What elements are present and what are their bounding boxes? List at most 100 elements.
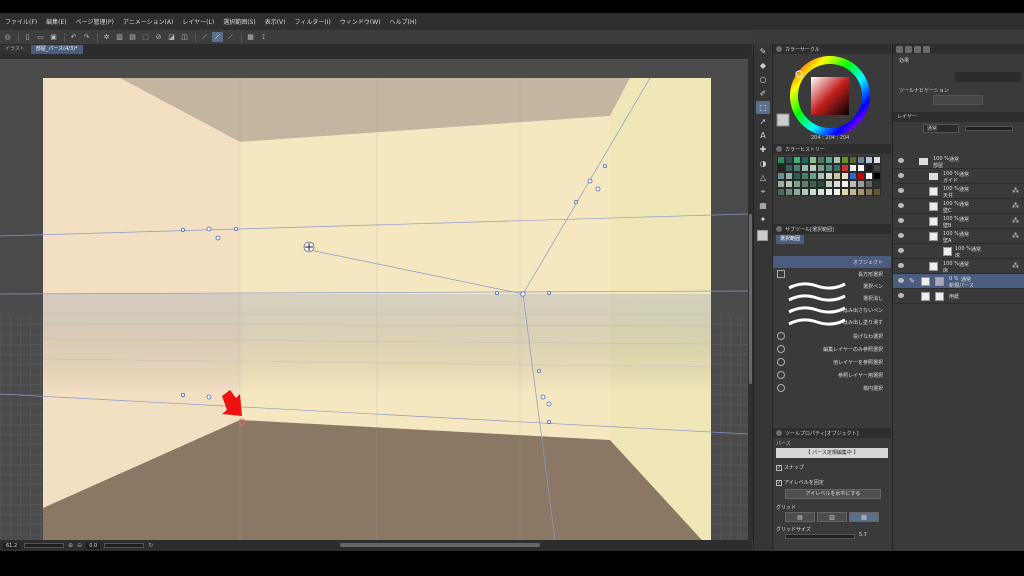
grid-snap-icon[interactable]: ⟋ [225,32,236,42]
color-swatch[interactable] [817,180,825,188]
clear-icon[interactable]: ✲ [101,32,112,42]
layer-item-ceiling[interactable]: 100 % 通常 天井 ⁂ [893,184,1024,199]
menu-selection[interactable]: 選択範囲(S) [223,17,256,26]
color-swatch[interactable] [785,164,793,172]
undo-icon[interactable]: ↶ [68,32,79,42]
color-swatch[interactable] [785,172,793,180]
color-swatch[interactable] [801,180,809,188]
color-swatch[interactable] [801,156,809,164]
color-swatch[interactable] [801,172,809,180]
color-swatch[interactable] [817,164,825,172]
menu-file[interactable]: ファイル(F) [5,17,37,26]
color-swatch[interactable] [809,156,817,164]
color-swatch[interactable] [841,156,849,164]
layer-item-new-perspective[interactable]: ✎ 0 % 通常 新規パース [893,274,1024,289]
ruler-tool-icon[interactable]: ⌖ [756,185,770,198]
sub-tool-select-pen[interactable]: 選択ペン [773,280,891,292]
menu-edit[interactable]: 編集(E) [46,17,66,26]
color-swatch[interactable] [849,172,857,180]
ruler-link-icon[interactable]: ⁂ [1012,262,1019,270]
color-swatch[interactable] [849,164,857,172]
studio-icon[interactable]: ◎ [2,32,13,42]
pen-tool-icon[interactable]: ✎ [756,45,770,58]
transform-icon[interactable]: ⬚ [140,32,151,42]
special-ruler-snap-icon[interactable]: ⟋ [212,32,223,42]
color-swatch[interactable] [857,164,865,172]
color-swatch[interactable] [841,188,849,196]
eye-icon[interactable] [898,278,904,283]
color-swatch[interactable] [825,172,833,180]
color-swatch[interactable] [785,156,793,164]
color-swatch[interactable] [809,188,817,196]
document-icon[interactable]: ▦ [245,32,256,42]
ruler-link-icon[interactable]: ⁂ [1012,187,1019,195]
zoom-in-icon[interactable]: ⊕ [68,542,73,549]
color-swatch[interactable] [817,172,825,180]
scroll-thumb[interactable] [749,214,752,384]
color-swatch[interactable] [849,156,857,164]
reference-icon[interactable]: ⟟ [258,32,269,42]
color-swatch[interactable] [785,180,793,188]
blend-mode-select[interactable]: 通常 [923,124,959,133]
color-swatch[interactable] [857,156,865,164]
tab-icon[interactable] [896,45,903,53]
expand-icon[interactable]: ◫ [179,32,190,42]
eye-icon[interactable] [898,173,904,178]
color-swatch[interactable] [777,164,785,172]
color-swatch[interactable] [849,188,857,196]
color-swatch[interactable] [841,172,849,180]
color-swatch[interactable] [809,172,817,180]
color-swatch[interactable] [817,188,825,196]
eye-icon[interactable] [898,233,904,238]
sub-tool-lasso[interactable]: 投げなわ選択 [773,330,891,342]
color-swatch[interactable] [833,172,841,180]
color-swatch[interactable] [841,164,849,172]
eyedropper-tool-icon[interactable]: ✚ [756,143,770,156]
tab-icon[interactable] [905,45,912,53]
eye-level-row[interactable]: ✓ アイレベルを固定 [776,479,824,486]
new-file-icon[interactable]: ▯ [22,32,33,42]
grid-size-value[interactable]: 5.7 [859,532,867,538]
gradient-tool-icon[interactable]: ◑ [756,157,770,170]
menu-filter[interactable]: フィルター(I) [295,17,331,26]
sub-tool-ref-layer[interactable]: 参照レイヤー用選択 [773,369,891,381]
layer-item-floor-2[interactable]: 100 % 通常床 ⁂ [893,259,1024,274]
layer-item-guide[interactable]: 100 % 通常 ガイド [893,169,1024,184]
main-color-swatch[interactable] [757,230,768,241]
effects-buttons[interactable] [955,72,1021,82]
tab-selection[interactable]: 選択範囲 [776,234,805,244]
color-swatch[interactable] [809,180,817,188]
fill-tool-icon[interactable]: ◆ [756,59,770,72]
selection-tool-icon[interactable]: ⬚ [756,101,770,114]
color-swatch[interactable] [793,180,801,188]
color-swatch[interactable] [793,188,801,196]
invert-icon[interactable]: ◪ [166,32,177,42]
layer-item-paper[interactable]: 用紙 [893,289,1024,304]
deselect-icon[interactable]: ⊘ [153,32,164,42]
color-swatch[interactable] [785,188,793,196]
menu-layer[interactable]: レイヤー(L) [182,17,214,26]
color-swatch[interactable] [865,180,873,188]
menu-view[interactable]: 表示(V) [265,17,286,26]
grid-size-slider[interactable] [785,534,855,539]
zoom-slider[interactable] [24,543,65,548]
tab-room-perspective[interactable]: 部屋_パース(4/3)* [30,45,83,54]
color-swatch[interactable] [865,188,873,196]
color-swatch[interactable] [833,180,841,188]
color-swatch[interactable] [825,188,833,196]
eye-icon[interactable] [898,158,904,163]
grid-xy-button[interactable]: ▤ [785,512,815,522]
eye-level-horizontal-button[interactable]: アイレベルを水平にする [785,489,881,499]
sub-tool-edit-layer-ref[interactable]: 編集レイヤーのみ参照選択 [773,343,891,355]
color-swatch[interactable] [873,180,881,188]
brush-tool-icon[interactable]: ✐ [756,87,770,100]
zoom-out-icon[interactable]: ⊖ [77,542,82,549]
layer-item-wall-b[interactable]: 100 % 通常 壁B ⁂ [893,214,1024,229]
color-swatch[interactable] [777,188,785,196]
color-swatch[interactable] [833,188,841,196]
color-swatch[interactable] [777,180,785,188]
sub-tool-select-erase[interactable]: 選択消し [773,292,891,304]
sub-tool-object[interactable]: オブジェクト [773,256,891,268]
redo-icon[interactable]: ↷ [81,32,92,42]
color-swatch[interactable] [825,180,833,188]
